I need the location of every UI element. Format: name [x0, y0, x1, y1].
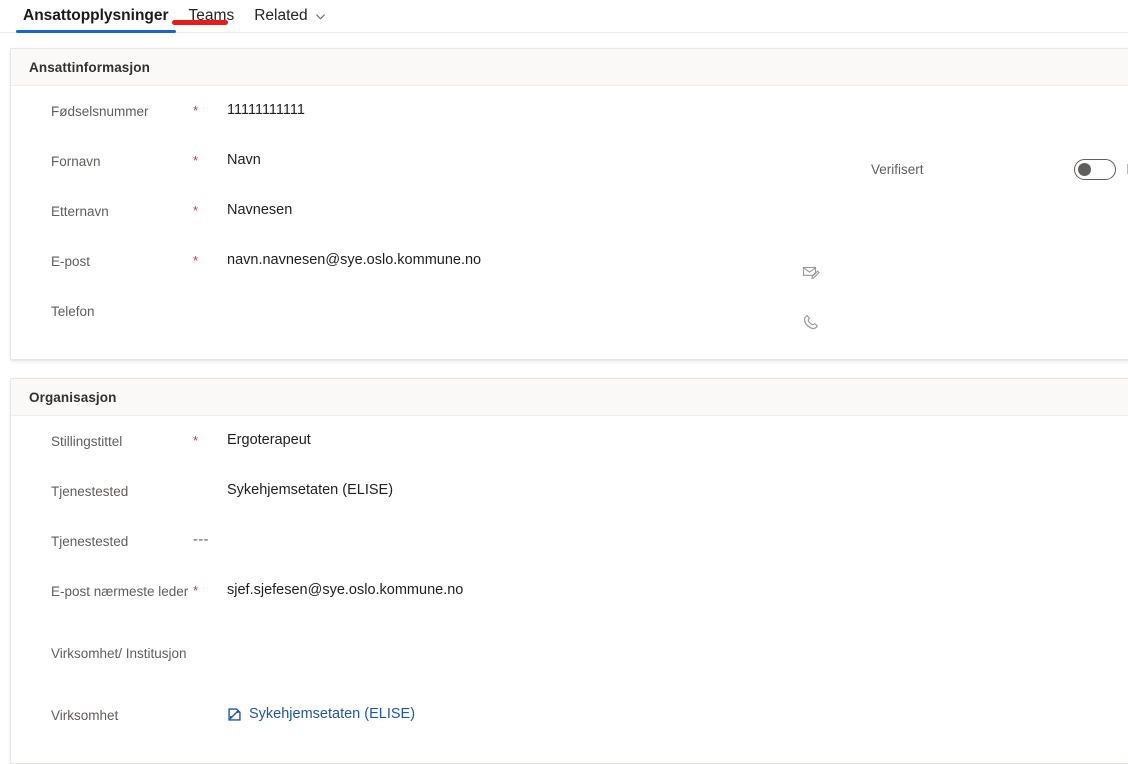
required-indicator: * [193, 103, 199, 118]
field-label: E-post [51, 254, 91, 269]
field-value-fodselsnummer[interactable]: 11111111111 [227, 100, 1128, 120]
field-label: Tjenestested [51, 484, 129, 499]
required-indicator [193, 480, 227, 484]
field-row-virksomhet-institusjon: Virksomhet/ Institusjon [11, 642, 1128, 704]
field-value-virksomhet-institusjon[interactable] [227, 642, 1128, 660]
field-row-stillingstittel: Stillingstittel * Ergoterapeut [11, 430, 1128, 480]
field-label: Tjenestested [51, 534, 129, 549]
section-header: Ansattinformasjon [11, 49, 1128, 86]
field-label: Virksomhet [51, 708, 119, 723]
field-label: E-post nærmeste leder [51, 584, 189, 599]
field-value-etternavn[interactable]: Navnesen [227, 200, 1128, 220]
section-body: Fødselsnummer * 11111111111 Fornavn * Na… [11, 86, 1128, 350]
section-organisasjon: Organisasjon Stillingstittel * Ergoterap… [10, 378, 1128, 764]
required-indicator: * [193, 153, 199, 168]
phone-icon[interactable] [801, 312, 821, 332]
field-value-virksomhet[interactable]: Sykehjemsetaten (ELISE) [227, 704, 1128, 724]
field-row-virksomhet: Virksomhet Sykehjemsetaten (ELISE) [11, 704, 1128, 754]
field-value-epost-naermeste-leder[interactable]: sjef.sjefesen@sye.oslo.kommune.no [227, 580, 1128, 600]
field-row-epost-naermeste-leder: E-post nærmeste leder * sjef.sjefesen@sy… [11, 580, 1128, 642]
field-label: Fornavn [51, 154, 101, 169]
field-label: Virksomhet/ Institusjon [51, 646, 187, 661]
field-label: Etternavn [51, 204, 109, 219]
verifisert-toggle-group: Verifisert No [871, 159, 1128, 180]
section-title: Ansattinformasjon [29, 59, 150, 75]
tab-teams[interactable]: Teams [182, 0, 242, 32]
required-indicator [193, 704, 227, 708]
section-body: Stillingstittel * Ergoterapeut Tjenestes… [11, 416, 1128, 754]
field-value-tjenestested-2[interactable]: --- [193, 530, 1128, 550]
tab-label: Related [254, 7, 308, 25]
employee-record-form: Ansattopplysninger Teams Related Ansatti… [0, 0, 1128, 764]
required-indicator [193, 300, 227, 304]
chevron-down-icon [315, 11, 326, 22]
required-indicator: * [193, 203, 199, 218]
email-icon[interactable] [801, 262, 821, 282]
section-title: Organisasjon [29, 389, 117, 405]
field-label: Fødselsnummer [51, 104, 149, 119]
verifisert-label: Verifisert [871, 162, 924, 177]
link-label: Sykehjemsetaten (ELISE) [249, 706, 416, 722]
field-row-etternavn: Etternavn * Navnesen [11, 200, 1128, 250]
tab-label: Ansattopplysninger [23, 7, 169, 25]
required-indicator [193, 642, 227, 646]
field-label: Stillingstittel [51, 434, 123, 449]
tab-ansattopplysninger[interactable]: Ansattopplysninger [16, 0, 176, 33]
field-value-tjenestested-1[interactable]: Sykehjemsetaten (ELISE) [227, 480, 1128, 500]
required-indicator: * [193, 253, 199, 268]
field-label: Telefon [51, 304, 95, 319]
field-row-fodselsnummer: Fødselsnummer * 11111111111 [11, 100, 1128, 150]
field-value-stillingstittel[interactable]: Ergoterapeut [227, 430, 1128, 450]
form-body: Ansattinformasjon Fødselsnummer * 111111… [0, 48, 1128, 764]
section-ansattinformasjon: Ansattinformasjon Fødselsnummer * 111111… [10, 48, 1128, 360]
field-value-telefon[interactable] [227, 300, 1128, 318]
field-row-tjenestested-2: Tjenestested --- [11, 530, 1128, 580]
field-row-telefon: Telefon [11, 300, 1128, 350]
required-indicator: * [193, 433, 199, 448]
tab-label: Teams [188, 7, 235, 25]
account-entity-icon [227, 707, 242, 722]
tab-related[interactable]: Related [247, 0, 332, 32]
verifisert-toggle[interactable] [1073, 159, 1116, 180]
field-row-tjenestested-1: Tjenestested Sykehjemsetaten (ELISE) [11, 480, 1128, 530]
field-row-epost: E-post * navn.navnesen@sye.oslo.kommune.… [11, 250, 1128, 300]
section-header: Organisasjon [11, 379, 1128, 416]
required-indicator: * [193, 583, 199, 598]
toggle-knob [1077, 163, 1091, 176]
field-value-epost[interactable]: navn.navnesen@sye.oslo.kommune.no [227, 250, 1128, 270]
form-tab-strip: Ansattopplysninger Teams Related [0, 0, 1128, 33]
